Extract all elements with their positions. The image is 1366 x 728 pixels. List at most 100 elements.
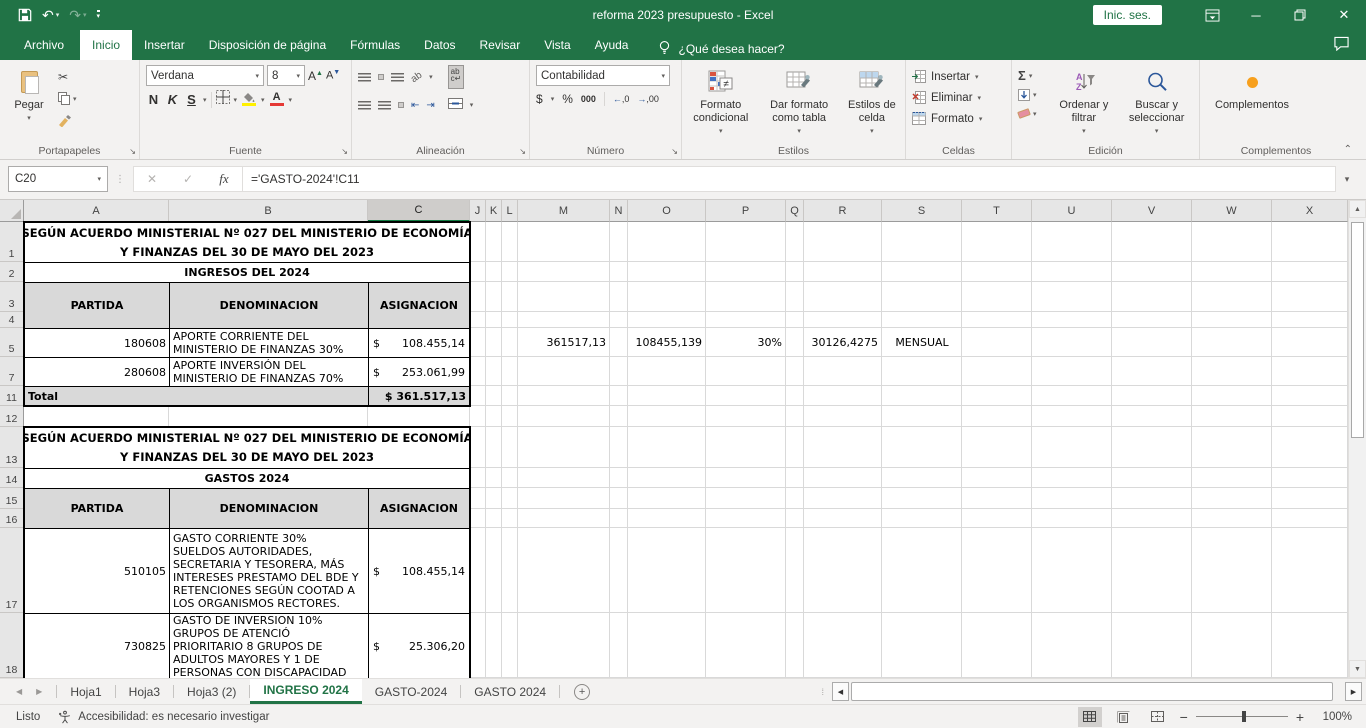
font-name-combobox[interactable]: Verdana▾ xyxy=(146,65,264,86)
align-left-icon[interactable] xyxy=(358,101,371,110)
sheet-tab-hoja1[interactable]: Hoja1 xyxy=(57,679,114,704)
cell-M13[interactable] xyxy=(518,427,610,468)
align-top-icon[interactable] xyxy=(358,73,371,82)
cell-B15[interactable]: DENOMINACION xyxy=(169,488,368,528)
cell-K11[interactable] xyxy=(486,386,502,406)
cell-Q4[interactable] xyxy=(786,312,804,328)
row-header-17[interactable]: 17 xyxy=(0,528,24,613)
cell-X7[interactable] xyxy=(1272,357,1348,386)
cell-M3[interactable] xyxy=(518,282,610,312)
cell-B5[interactable]: APORTE CORRIENTE DEL MINISTERIO DE FINAN… xyxy=(169,328,368,357)
cell-V7[interactable] xyxy=(1112,357,1192,386)
cell-T17[interactable] xyxy=(962,528,1032,613)
row-header-4[interactable]: 4 xyxy=(0,312,24,328)
cell-C18[interactable]: $25.306,20 xyxy=(368,613,470,678)
cell-M15[interactable] xyxy=(518,488,610,509)
cell-K1[interactable] xyxy=(486,222,502,262)
cell-R17[interactable] xyxy=(804,528,882,613)
cell-P16[interactable] xyxy=(706,509,786,528)
cell-C11[interactable]: $ 361.517,13 xyxy=(368,386,470,406)
cell-X1[interactable] xyxy=(1272,222,1348,262)
cell-O15[interactable] xyxy=(628,488,706,509)
cell-R16[interactable] xyxy=(804,509,882,528)
format-as-table-button[interactable]: Dar formato como tabla▾ xyxy=(764,65,835,142)
sheet-tab-gasto-2024b[interactable]: GASTO 2024 xyxy=(461,679,559,704)
cell-J14[interactable] xyxy=(470,468,486,488)
cell-N16[interactable] xyxy=(610,509,628,528)
cell-U2[interactable] xyxy=(1032,262,1112,282)
row-header-15[interactable]: 15 xyxy=(0,488,24,509)
cell-T4[interactable] xyxy=(962,312,1032,328)
cell-X16[interactable] xyxy=(1272,509,1348,528)
column-header-L[interactable]: L xyxy=(502,200,518,222)
row-header-16[interactable]: 16 xyxy=(0,509,24,528)
cell-S3[interactable] xyxy=(882,282,962,312)
zoom-out-icon[interactable]: − xyxy=(1180,709,1188,725)
dialog-launcher-icon[interactable]: ↘ xyxy=(671,147,678,156)
cell-P14[interactable] xyxy=(706,468,786,488)
cell-W17[interactable] xyxy=(1192,528,1272,613)
cell-X17[interactable] xyxy=(1272,528,1348,613)
cell-M1[interactable] xyxy=(518,222,610,262)
cell-W2[interactable] xyxy=(1192,262,1272,282)
select-all-corner[interactable] xyxy=(0,200,24,222)
cell-T14[interactable] xyxy=(962,468,1032,488)
autosum-button[interactable]: Σ▾ xyxy=(1018,67,1047,84)
insert-function-icon[interactable]: fx xyxy=(206,171,242,187)
cell-Q12[interactable] xyxy=(786,406,804,427)
cell-R4[interactable] xyxy=(804,312,882,328)
cell-P5[interactable]: 30% xyxy=(706,328,786,357)
zoom-level[interactable]: 100% xyxy=(1314,711,1352,723)
cell-O14[interactable] xyxy=(628,468,706,488)
increase-decimal-icon[interactable]: ←,0 xyxy=(613,94,630,104)
cell-M7[interactable] xyxy=(518,357,610,386)
align-right-icon[interactable] xyxy=(398,102,404,108)
cell-X4[interactable] xyxy=(1272,312,1348,328)
ribbon-display-options-icon[interactable] xyxy=(1190,0,1234,30)
cell-T1[interactable] xyxy=(962,222,1032,262)
copy-button[interactable]: ▾ xyxy=(58,90,77,107)
cell-X3[interactable] xyxy=(1272,282,1348,312)
fill-color-icon[interactable] xyxy=(241,93,257,106)
cell-U4[interactable] xyxy=(1032,312,1112,328)
cell-K7[interactable] xyxy=(486,357,502,386)
cell-K5[interactable] xyxy=(486,328,502,357)
sheet-tab-gasto-2024a[interactable]: GASTO-2024 xyxy=(362,679,460,704)
scroll-down-icon[interactable]: ▼ xyxy=(1349,660,1366,678)
cell-N18[interactable] xyxy=(610,613,628,678)
increase-indent-icon[interactable]: ⇥ xyxy=(426,100,434,111)
redo-button[interactable]: ↷▾ xyxy=(69,8,86,22)
find-select-button[interactable]: Buscar y seleccionar▾ xyxy=(1120,65,1193,142)
cell-U14[interactable] xyxy=(1032,468,1112,488)
cell-O1[interactable] xyxy=(628,222,706,262)
cell-R1[interactable] xyxy=(804,222,882,262)
increase-font-icon[interactable]: A▲ xyxy=(308,69,323,83)
column-header-W[interactable]: W xyxy=(1192,200,1272,222)
cell-P18[interactable] xyxy=(706,613,786,678)
cell-U5[interactable] xyxy=(1032,328,1112,357)
column-header-S[interactable]: S xyxy=(882,200,962,222)
tab-insertar[interactable]: Insertar xyxy=(132,30,197,60)
fill-button[interactable]: ▾ xyxy=(1018,86,1047,103)
column-header-K[interactable]: K xyxy=(486,200,502,222)
tab-archivo[interactable]: Archivo xyxy=(8,30,80,60)
cell-M5[interactable]: 361517,13 xyxy=(518,328,610,357)
cell-L12[interactable] xyxy=(502,406,518,427)
format-painter-button[interactable] xyxy=(58,112,77,129)
cell-L7[interactable] xyxy=(502,357,518,386)
cell-V15[interactable] xyxy=(1112,488,1192,509)
cell-R7[interactable] xyxy=(804,357,882,386)
decrease-decimal-icon[interactable]: →,00 xyxy=(637,94,659,104)
cell-P4[interactable] xyxy=(706,312,786,328)
restore-button[interactable] xyxy=(1278,0,1322,30)
cut-button[interactable]: ✂ xyxy=(58,68,77,85)
row-header-5[interactable]: 5 xyxy=(0,328,24,357)
cell-M14[interactable] xyxy=(518,468,610,488)
cell-V3[interactable] xyxy=(1112,282,1192,312)
cell-P12[interactable] xyxy=(706,406,786,427)
cell-A5[interactable]: 180608 xyxy=(24,328,169,357)
decrease-font-icon[interactable]: A▼ xyxy=(326,69,340,82)
clear-button[interactable]: ▾ xyxy=(1018,105,1047,122)
cell-C17[interactable]: $108.455,14 xyxy=(368,528,470,613)
cell-W15[interactable] xyxy=(1192,488,1272,509)
